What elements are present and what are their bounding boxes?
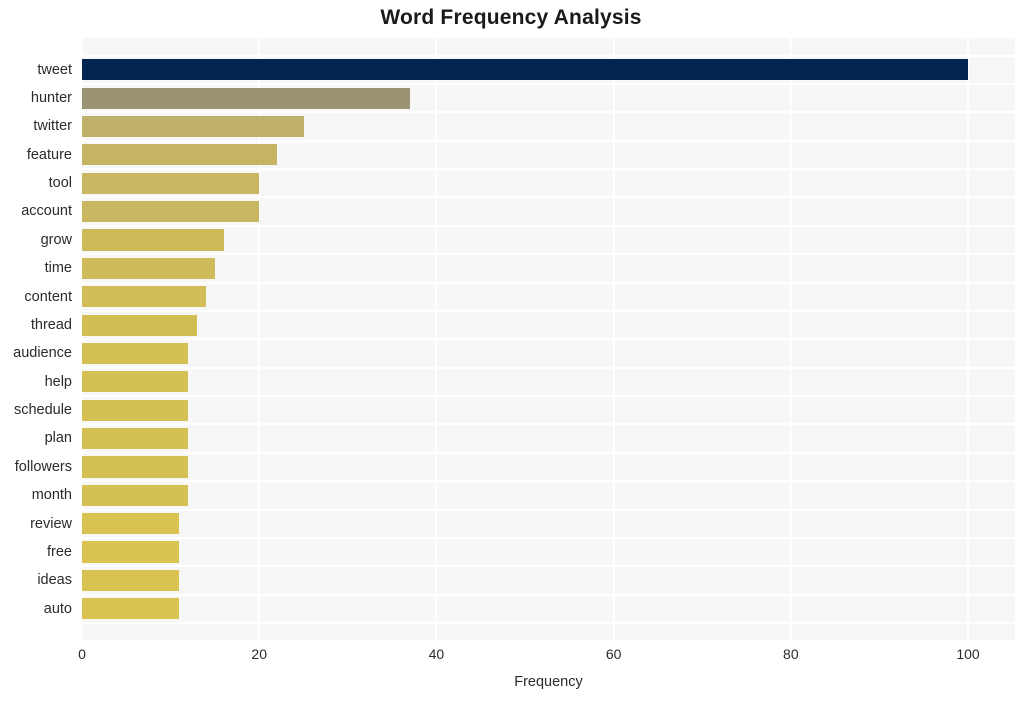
bar-row: [82, 254, 1015, 282]
bar-row: [82, 481, 1015, 509]
bar-row: [82, 141, 1015, 169]
x-tick-label-60: 60: [605, 646, 622, 662]
y-tick-label-schedule: schedule: [13, 402, 72, 419]
x-tick-label-20: 20: [251, 646, 267, 662]
y-tick-label-ideas: ideas: [37, 572, 72, 589]
bar: [82, 541, 180, 563]
bar: [82, 286, 207, 308]
y-tick-label-time: time: [44, 260, 72, 277]
bar: [82, 513, 180, 535]
bar-row: [82, 339, 1015, 367]
y-tick-label-feature: feature: [26, 146, 72, 163]
bar-row: [82, 56, 1015, 84]
bar-row: [82, 566, 1015, 594]
bar: [82, 59, 969, 81]
y-tick-label-review: review: [30, 515, 72, 532]
bar: [82, 257, 215, 279]
bar-row: [82, 84, 1015, 112]
bar-row: [82, 311, 1015, 339]
bar: [82, 115, 304, 138]
y-tick-label-audience: audience: [13, 345, 72, 362]
y-tick-label-plan: plan: [44, 430, 72, 447]
y-tick-label-grow: grow: [40, 231, 72, 248]
y-tick-label-free: free: [47, 543, 72, 560]
y-tick-label-twitter: twitter: [33, 118, 72, 135]
bar-row: [82, 283, 1015, 311]
y-tick-label-thread: thread: [30, 316, 72, 333]
x-tick-label-100: 100: [956, 646, 980, 662]
y-tick-label-hunter: hunter: [30, 89, 72, 106]
bar-row: [82, 595, 1015, 623]
word-frequency-chart: Word Frequency Analysis tweet hunter twitt…: [0, 0, 1022, 701]
bar: [82, 484, 189, 506]
bar: [82, 456, 189, 478]
bar: [82, 342, 189, 365]
bar-row: [82, 197, 1015, 225]
bar-row: [82, 169, 1015, 197]
bar-row: [82, 538, 1015, 566]
bar: [82, 598, 180, 620]
x-axis-label: Frequency: [514, 674, 583, 690]
bar: [82, 314, 198, 336]
x-tick-label-40: 40: [428, 646, 445, 662]
bar-row: [82, 368, 1015, 396]
bar: [82, 144, 277, 166]
bar: [82, 428, 189, 450]
bar: [82, 371, 189, 393]
chart-title: Word Frequency Analysis: [380, 6, 642, 29]
y-tick-label-help: help: [44, 373, 72, 390]
bar: [82, 399, 189, 421]
bar-row: [82, 510, 1015, 538]
y-tick-label-account: account: [21, 203, 72, 220]
plot-area: [81, 38, 1015, 640]
bar-row: [82, 226, 1015, 254]
bar: [82, 229, 224, 251]
bar: [82, 87, 410, 109]
bar: [82, 172, 260, 194]
y-tick-label-tweet: tweet: [37, 61, 72, 78]
y-tick-label-tool: tool: [48, 175, 72, 192]
y-tick-label-followers: followers: [14, 458, 72, 475]
bar-row: [82, 112, 1015, 140]
bar-row: [82, 396, 1015, 424]
bar: [82, 201, 260, 223]
bar-row: [82, 424, 1015, 452]
y-tick-label-month: month: [31, 487, 72, 504]
x-tick-label-80: 80: [783, 646, 799, 662]
y-tick-label-auto: auto: [43, 600, 72, 617]
bar-row: [82, 453, 1015, 481]
x-tick-label-0: 0: [78, 646, 86, 662]
bar: [82, 569, 180, 591]
y-tick-label-content: content: [24, 288, 72, 305]
